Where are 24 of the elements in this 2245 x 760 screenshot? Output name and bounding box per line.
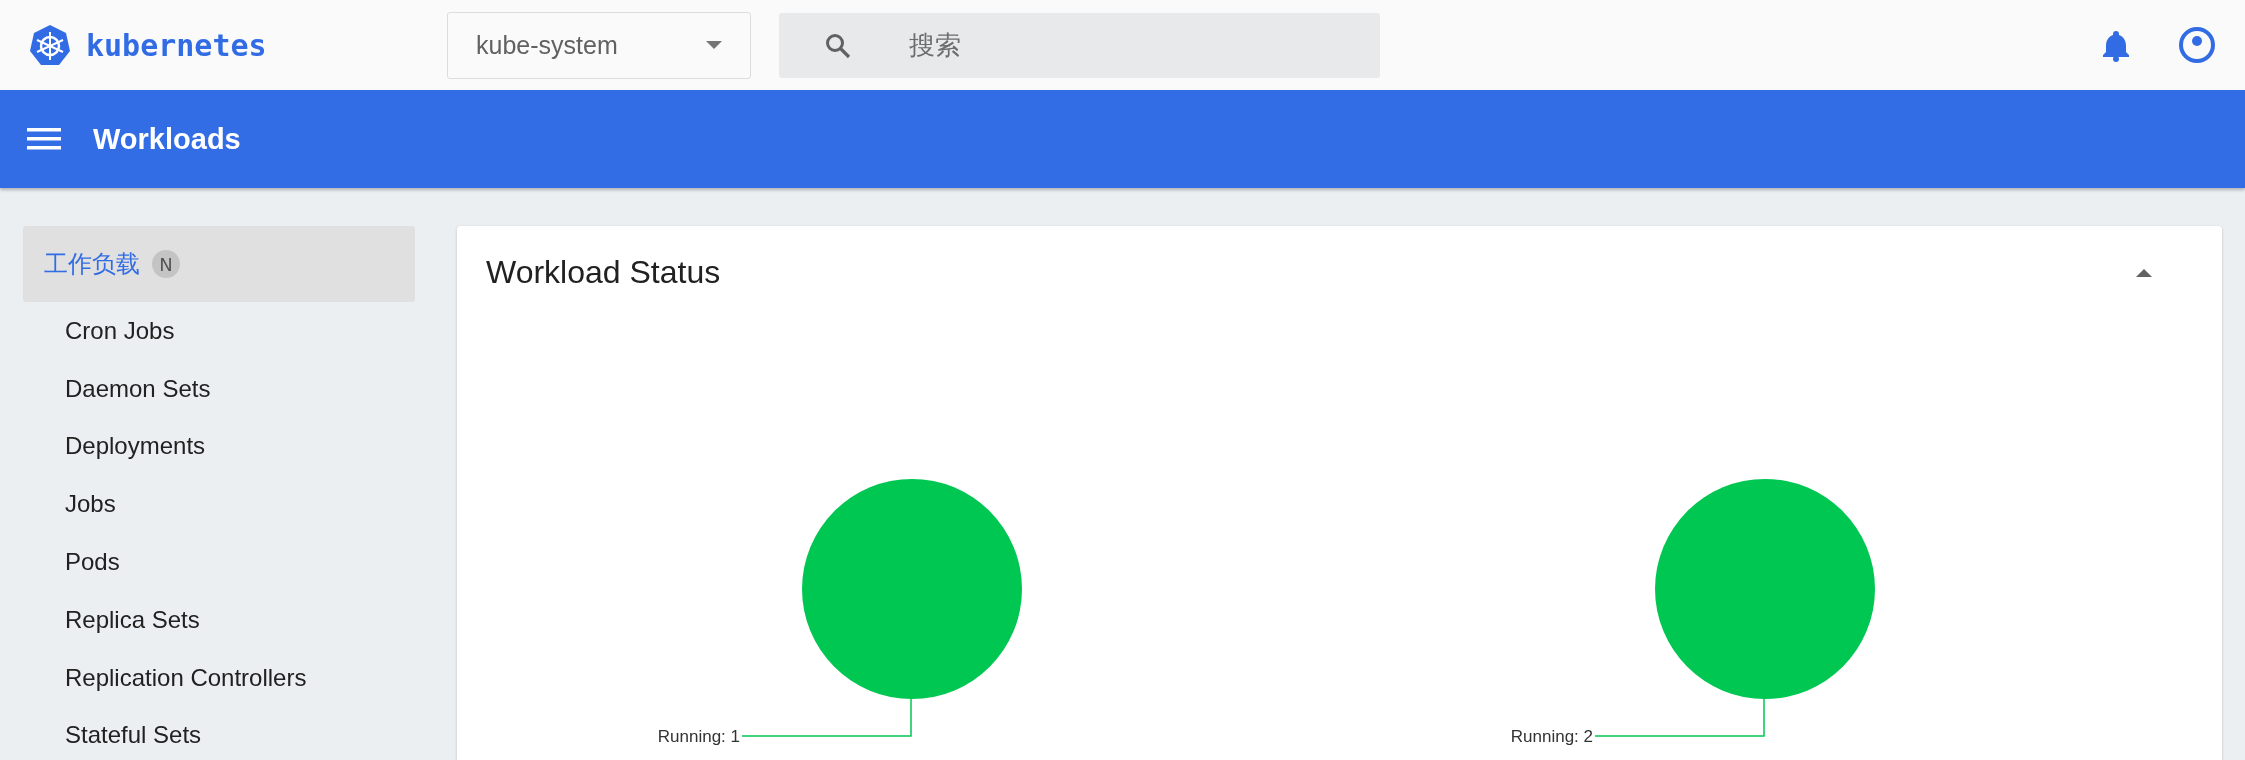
- search-field[interactable]: 搜索: [779, 12, 1380, 78]
- sidebar-item[interactable]: Deployments: [23, 417, 415, 476]
- search-icon: [825, 32, 851, 59]
- namespaced-badge: N: [152, 250, 180, 278]
- menu-icon[interactable]: [27, 127, 61, 151]
- sidebar-item[interactable]: Stateful Sets: [23, 706, 415, 760]
- collapse-icon[interactable]: [2136, 267, 2152, 278]
- page-title: Workloads: [93, 122, 241, 156]
- brand-name: kubernetes: [86, 27, 267, 63]
- kubernetes-logo-icon: [28, 23, 72, 67]
- sidebar-section-header[interactable]: 工作负载 N: [23, 226, 415, 302]
- caret-icon: [706, 41, 722, 49]
- namespace-select[interactable]: kube-system: [447, 11, 751, 79]
- slice-label: Running: 2: [1510, 728, 1593, 745]
- slice-label: Running: 1: [657, 728, 740, 745]
- sidebar-item[interactable]: Daemon Sets: [23, 359, 415, 418]
- bell-icon[interactable]: [2101, 28, 2131, 62]
- sidebar-item[interactable]: Cron Jobs: [23, 302, 415, 360]
- account-icon[interactable]: [2177, 25, 2217, 65]
- card-title: Workload Status: [486, 254, 721, 291]
- sidebar-item[interactable]: Replica Sets: [23, 591, 415, 649]
- sidebar-item[interactable]: Replication Controllers: [23, 648, 415, 707]
- sidebar-item[interactable]: Pods: [23, 533, 415, 591]
- sidebar-item[interactable]: Jobs: [23, 475, 415, 534]
